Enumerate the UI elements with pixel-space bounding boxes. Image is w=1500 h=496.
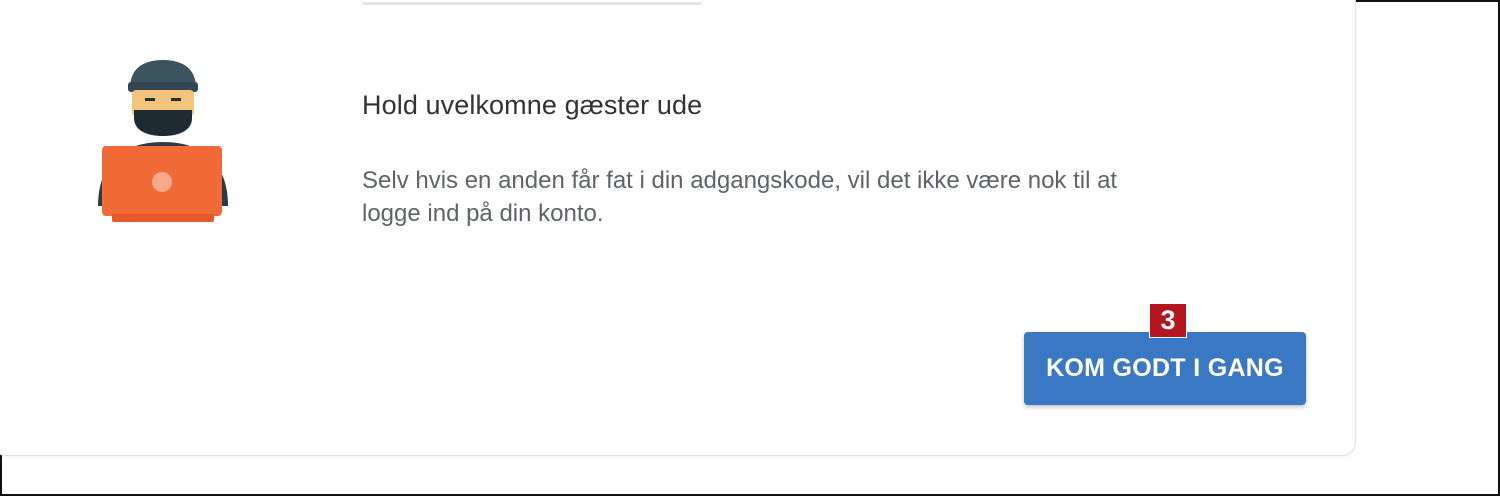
get-started-button[interactable]: KOM GODT I GANG (1024, 332, 1306, 405)
card-title: Hold uvelkomne gæster ude (362, 90, 703, 120)
step-number-badge: 3 (1150, 304, 1186, 337)
screenshot-frame: Hold uvelkomne gæster ude Selv hvis en a… (0, 0, 1500, 496)
hacker-with-laptop-icon (90, 54, 236, 226)
card-description: Selv hvis en anden får fat i din adgangs… (362, 167, 1118, 227)
clipped-text-above (362, 2, 702, 5)
